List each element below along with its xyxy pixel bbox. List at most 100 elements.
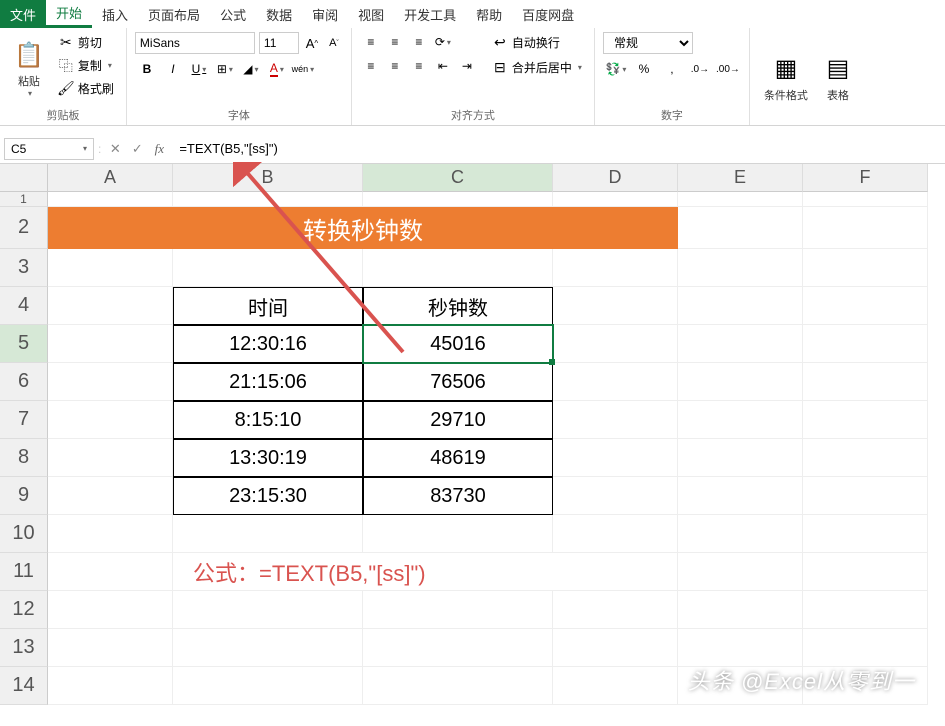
cell[interactable] <box>803 553 928 591</box>
cell[interactable] <box>553 553 678 591</box>
menu-insert[interactable]: 插入 <box>92 0 138 28</box>
underline-button[interactable]: U▾ <box>187 58 211 80</box>
orientation-button[interactable]: ⟳▾ <box>432 32 454 52</box>
cell[interactable] <box>803 591 928 629</box>
row-header-9[interactable]: 9 <box>0 477 48 515</box>
table-header-time[interactable]: 时间 <box>173 287 363 325</box>
cell[interactable] <box>553 667 678 705</box>
row-header-2[interactable]: 2 <box>0 207 48 249</box>
align-top-button[interactable]: ≡ <box>360 32 382 52</box>
cell[interactable] <box>48 629 173 667</box>
cell[interactable] <box>553 591 678 629</box>
cell[interactable] <box>173 249 363 287</box>
cut-button[interactable]: ✂剪切 <box>54 32 118 53</box>
font-name-select[interactable] <box>135 32 255 54</box>
align-left-button[interactable]: ≡ <box>360 56 382 76</box>
name-box[interactable]: C5▾ <box>4 138 94 160</box>
currency-button[interactable]: 💱▾ <box>603 58 629 80</box>
fx-icon[interactable]: fx <box>149 139 169 159</box>
align-center-button[interactable]: ≡ <box>384 56 406 76</box>
conditional-format-button[interactable]: ▦ 条件格式 <box>758 32 814 123</box>
cell[interactable] <box>173 629 363 667</box>
menu-developer[interactable]: 开发工具 <box>394 0 466 28</box>
cell[interactable] <box>803 287 928 325</box>
cell[interactable] <box>363 591 553 629</box>
row-header-11[interactable]: 11 <box>0 553 48 591</box>
merge-center-button[interactable]: ⊟合并后居中▾ <box>488 57 586 78</box>
cell[interactable] <box>173 515 363 553</box>
cell[interactable] <box>48 325 173 363</box>
cell[interactable] <box>553 363 678 401</box>
row-header-1[interactable]: 1 <box>0 192 48 207</box>
cell[interactable] <box>678 553 803 591</box>
cell[interactable] <box>553 287 678 325</box>
number-format-select[interactable]: 常规 <box>603 32 693 54</box>
cell[interactable] <box>553 477 678 515</box>
row-header-14[interactable]: 14 <box>0 667 48 705</box>
cell[interactable] <box>803 477 928 515</box>
cell[interactable] <box>678 207 803 249</box>
row-header-5[interactable]: 5 <box>0 325 48 363</box>
cell[interactable] <box>173 667 363 705</box>
paste-button[interactable]: 📋 粘贴 ▾ <box>8 32 50 105</box>
cell-c5-selected[interactable]: 45016 <box>363 325 553 363</box>
cell[interactable] <box>678 591 803 629</box>
comma-button[interactable]: , <box>659 58 685 80</box>
cell[interactable] <box>553 192 678 207</box>
cell[interactable] <box>48 287 173 325</box>
cell[interactable] <box>678 629 803 667</box>
row-header-6[interactable]: 6 <box>0 363 48 401</box>
col-header-D[interactable]: D <box>553 164 678 192</box>
cells-area[interactable]: 转换秒钟数 时间秒钟数 12:30:1645016 21:15:0676506 … <box>48 192 945 705</box>
phonetic-button[interactable]: wén▾ <box>291 58 315 80</box>
col-header-F[interactable]: F <box>803 164 928 192</box>
col-header-B[interactable]: B <box>173 164 363 192</box>
wrap-text-button[interactable]: ↩自动换行 <box>488 32 586 53</box>
percent-button[interactable]: % <box>631 58 657 80</box>
cell-b7[interactable]: 8:15:10 <box>173 401 363 439</box>
align-middle-button[interactable]: ≡ <box>384 32 406 52</box>
cell[interactable] <box>803 515 928 553</box>
cell[interactable] <box>803 629 928 667</box>
menu-help[interactable]: 帮助 <box>466 0 512 28</box>
formula-input[interactable] <box>173 139 941 158</box>
align-bottom-button[interactable]: ≡ <box>408 32 430 52</box>
table-header-seconds[interactable]: 秒钟数 <box>363 287 553 325</box>
row-header-10[interactable]: 10 <box>0 515 48 553</box>
cell[interactable] <box>678 287 803 325</box>
cell[interactable] <box>363 667 553 705</box>
cell[interactable] <box>678 439 803 477</box>
cell[interactable] <box>803 325 928 363</box>
cell[interactable] <box>48 591 173 629</box>
cell[interactable] <box>678 477 803 515</box>
col-header-C[interactable]: C <box>363 164 553 192</box>
select-all-corner[interactable] <box>0 164 48 192</box>
cell[interactable] <box>678 192 803 207</box>
cell[interactable] <box>803 439 928 477</box>
cell[interactable] <box>678 363 803 401</box>
cell-c8[interactable]: 48619 <box>363 439 553 477</box>
decrease-indent-button[interactable]: ⇤ <box>432 56 454 76</box>
cell[interactable] <box>678 515 803 553</box>
col-header-E[interactable]: E <box>678 164 803 192</box>
cell[interactable] <box>678 249 803 287</box>
cell-b8[interactable]: 13:30:19 <box>173 439 363 477</box>
cell[interactable] <box>678 325 803 363</box>
fill-color-button[interactable]: ◢▾ <box>239 58 263 80</box>
cell[interactable] <box>553 439 678 477</box>
cell-c6[interactable]: 76506 <box>363 363 553 401</box>
font-size-select[interactable] <box>259 32 299 54</box>
font-color-button[interactable]: A▾ <box>265 58 289 80</box>
cell-c9[interactable]: 83730 <box>363 477 553 515</box>
cell-b6[interactable]: 21:15:06 <box>173 363 363 401</box>
decrease-decimal-button[interactable]: .00→ <box>715 58 741 80</box>
cell[interactable] <box>553 325 678 363</box>
cell[interactable] <box>363 249 553 287</box>
menu-formulas[interactable]: 公式 <box>210 0 256 28</box>
row-header-4[interactable]: 4 <box>0 287 48 325</box>
cell[interactable] <box>553 629 678 667</box>
copy-button[interactable]: ⿻复制▾ <box>54 55 118 76</box>
row-header-7[interactable]: 7 <box>0 401 48 439</box>
row-header-8[interactable]: 8 <box>0 439 48 477</box>
increase-indent-button[interactable]: ⇥ <box>456 56 478 76</box>
